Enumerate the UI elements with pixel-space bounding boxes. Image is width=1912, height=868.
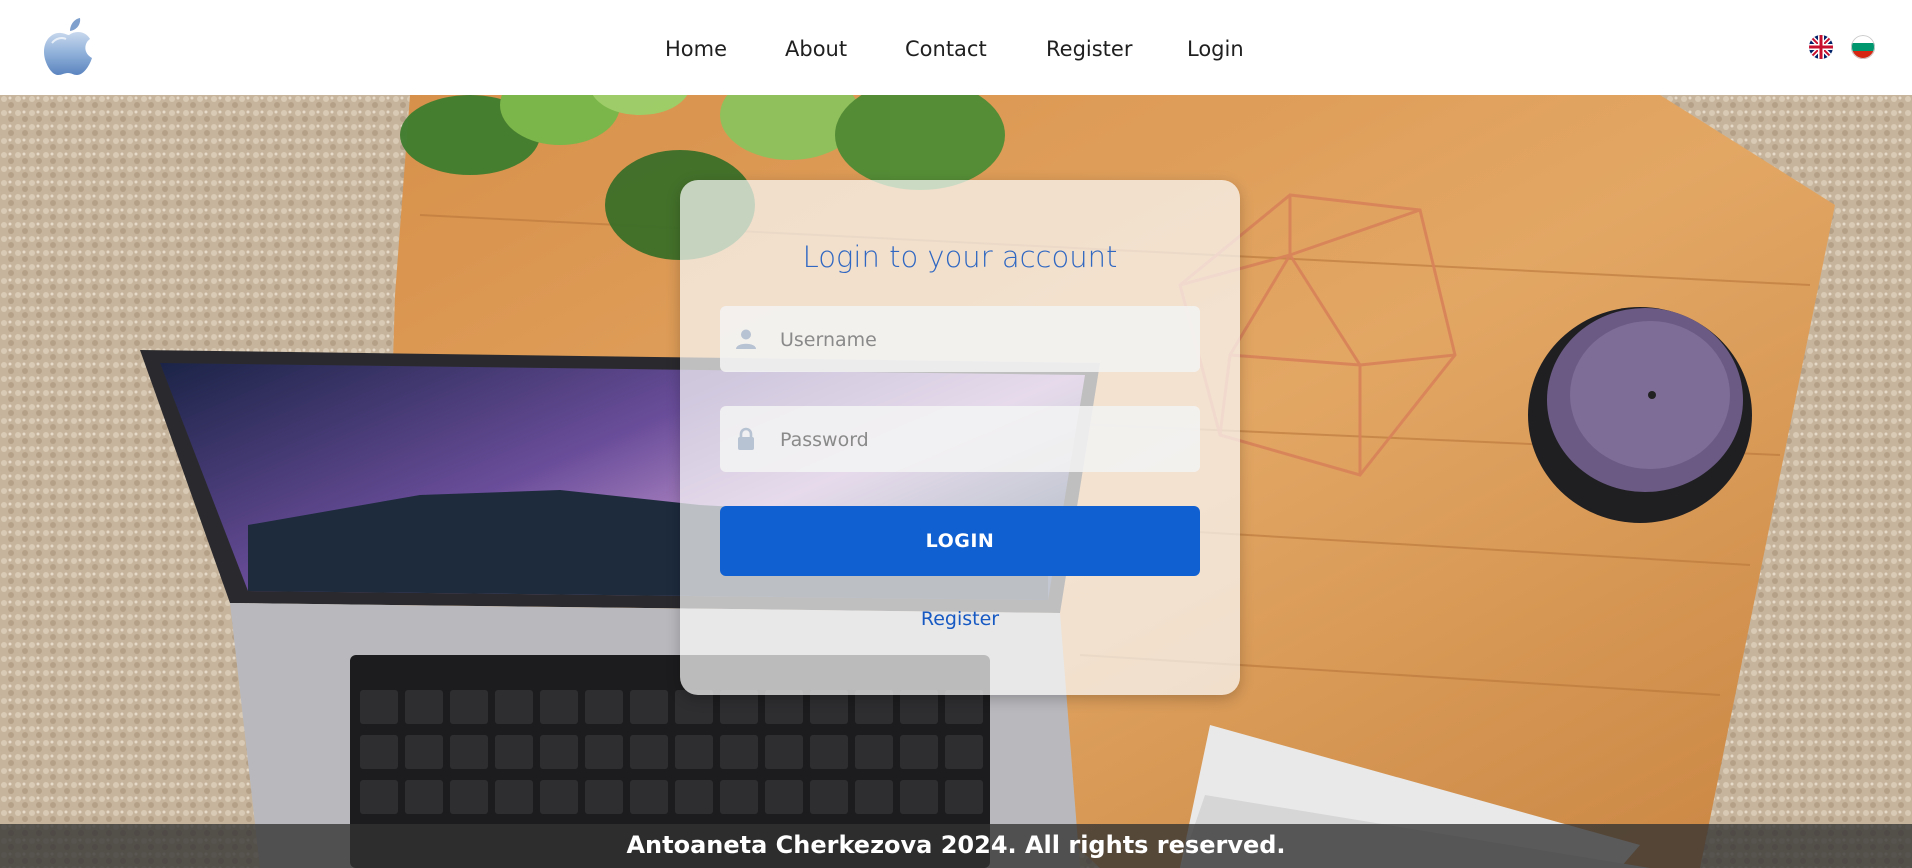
bulgaria-flag-icon[interactable] (1851, 35, 1875, 59)
main-nav: Home About Contact Register Login (0, 0, 1912, 95)
apple-logo-icon[interactable] (42, 17, 96, 79)
username-input[interactable] (778, 306, 1182, 374)
user-icon (734, 327, 758, 351)
password-input[interactable] (778, 406, 1182, 474)
password-field[interactable] (720, 406, 1200, 474)
login-card: Login to your account LOGIN Register (680, 180, 1240, 695)
login-title: Login to your account (802, 240, 1118, 274)
register-link[interactable]: Register (680, 608, 1240, 630)
lock-icon (734, 427, 758, 451)
copyright-text: Antoaneta Cherkezova 2024. All rights re… (626, 831, 1286, 859)
site-header: Home About Contact Register Login (0, 0, 1912, 95)
nav-home[interactable]: Home (665, 37, 727, 61)
site-footer: Antoaneta Cherkezova 2024. All rights re… (0, 824, 1912, 868)
nav-about[interactable]: About (785, 37, 847, 61)
nav-login[interactable]: Login (1187, 37, 1244, 61)
nav-contact[interactable]: Contact (905, 37, 987, 61)
username-field[interactable] (720, 306, 1200, 374)
nav-register[interactable]: Register (1046, 37, 1132, 61)
login-button[interactable]: LOGIN (720, 506, 1200, 576)
uk-flag-icon[interactable] (1809, 35, 1833, 59)
